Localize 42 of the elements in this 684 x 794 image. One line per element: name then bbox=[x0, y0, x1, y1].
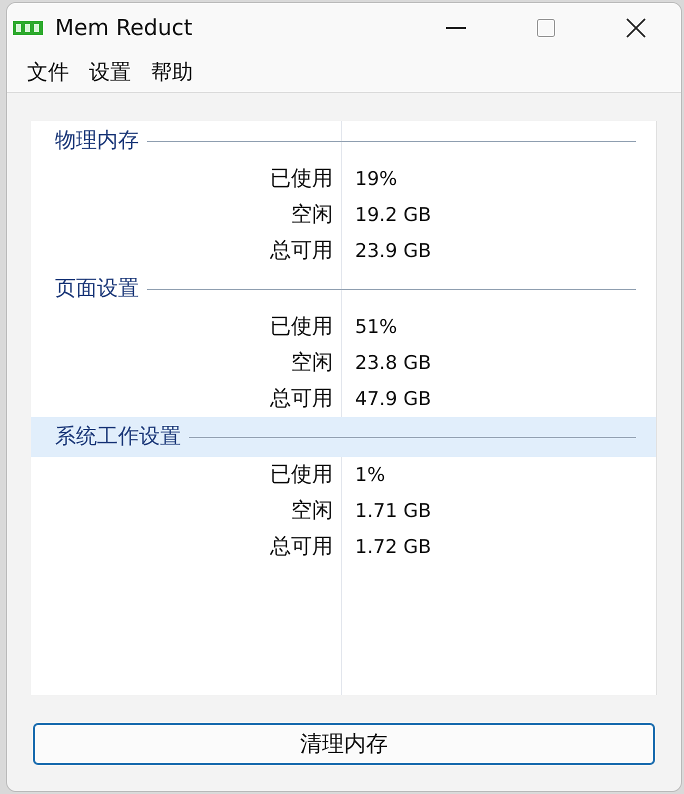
row-value: 47.9 GB bbox=[355, 386, 432, 412]
clean-memory-button[interactable]: 清理内存 bbox=[33, 723, 655, 765]
row-value: 23.8 GB bbox=[355, 350, 432, 376]
minimize-icon bbox=[446, 27, 466, 29]
group-header[interactable]: 系统工作设置 bbox=[31, 417, 656, 457]
row-value: 1.71 GB bbox=[355, 498, 432, 524]
row-label: 已使用 bbox=[269, 313, 333, 340]
row-label: 总可用 bbox=[269, 533, 333, 560]
row-label: 空闲 bbox=[290, 201, 333, 228]
group-title: 物理内存 bbox=[55, 127, 139, 154]
row-label: 已使用 bbox=[269, 165, 333, 192]
list-row[interactable]: 已使用 19% bbox=[31, 161, 656, 197]
list-row[interactable]: 已使用 51% bbox=[31, 309, 656, 345]
close-icon bbox=[626, 18, 646, 38]
group-title: 系统工作设置 bbox=[55, 423, 181, 450]
row-value: 19% bbox=[355, 166, 398, 192]
row-label: 空闲 bbox=[290, 497, 333, 524]
list-row[interactable]: 空闲 19.2 GB bbox=[31, 197, 656, 233]
list-row[interactable]: 空闲 1.71 GB bbox=[31, 493, 656, 529]
maximize-icon bbox=[537, 19, 555, 37]
list-row[interactable]: 总可用 1.72 GB bbox=[31, 529, 656, 565]
list-row[interactable]: 总可用 23.9 GB bbox=[31, 233, 656, 269]
list-row[interactable]: 已使用 1% bbox=[31, 457, 656, 493]
list-row[interactable]: 空闲 23.8 GB bbox=[31, 345, 656, 381]
menu-item[interactable]: 文件 bbox=[19, 56, 77, 88]
row-value: 1% bbox=[355, 462, 386, 488]
row-label: 总可用 bbox=[269, 385, 333, 412]
group-header[interactable]: 物理内存 bbox=[31, 121, 656, 161]
row-value: 23.9 GB bbox=[355, 238, 432, 264]
row-value: 19.2 GB bbox=[355, 202, 432, 228]
menu-item[interactable]: 设置 bbox=[81, 56, 139, 88]
row-label: 总可用 bbox=[269, 237, 333, 264]
list-row[interactable]: 总可用 47.9 GB bbox=[31, 381, 656, 417]
group-header[interactable]: 页面设置 bbox=[31, 269, 656, 309]
row-label: 空闲 bbox=[290, 349, 333, 376]
row-value: 51% bbox=[355, 314, 398, 340]
group-title: 页面设置 bbox=[55, 275, 139, 302]
row-value: 1.72 GB bbox=[355, 534, 432, 560]
window-title: Mem Reduct bbox=[55, 14, 192, 42]
row-label: 已使用 bbox=[269, 461, 333, 488]
memory-chip-icon bbox=[13, 20, 43, 36]
menu-item[interactable]: 帮助 bbox=[143, 56, 201, 88]
